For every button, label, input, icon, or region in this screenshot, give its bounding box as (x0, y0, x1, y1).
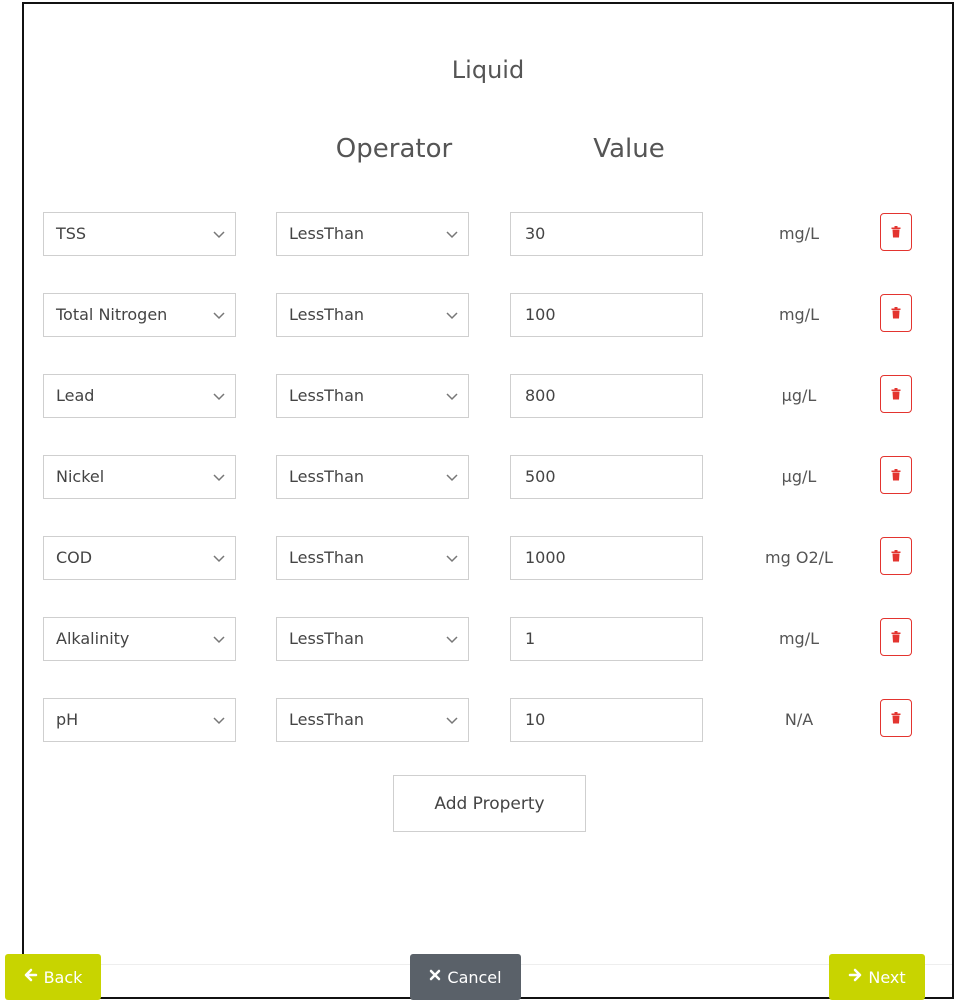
value-input[interactable]: 100 (510, 293, 703, 337)
chevron-down-icon (446, 456, 458, 498)
property-select-value: TSS (56, 224, 87, 243)
property-row: Alkalinity LessThan 1 mg/L (24, 617, 952, 661)
delete-row-button[interactable] (880, 537, 912, 575)
operator-select-value: LessThan (289, 386, 365, 405)
property-row: pH LessThan 10 N/A (24, 698, 952, 742)
cancel-label: Cancel (447, 967, 502, 987)
chevron-down-icon (213, 375, 225, 417)
operator-select-value: LessThan (289, 629, 365, 648)
operator-select[interactable]: LessThan (276, 212, 469, 256)
property-select[interactable]: COD (43, 536, 236, 580)
chevron-down-icon (213, 213, 225, 255)
operator-select-value: LessThan (289, 224, 365, 243)
chevron-down-icon (213, 699, 225, 741)
property-row: COD LessThan 1000 mg O2/L (24, 536, 952, 580)
operator-column-header: Operator (335, 134, 453, 164)
value-input[interactable]: 800 (510, 374, 703, 418)
trash-icon (891, 385, 901, 404)
back-button[interactable]: Back (5, 954, 101, 1000)
property-select[interactable]: Alkalinity (43, 617, 236, 661)
unit-label: mg O2/L (765, 548, 833, 567)
unit-label: N/A (784, 710, 814, 729)
operator-select-value: LessThan (289, 305, 365, 324)
property-select-value: Lead (56, 386, 95, 405)
property-row: Lead LessThan 800 µg/L (24, 374, 952, 418)
back-label: Back (43, 967, 83, 987)
value-input[interactable]: 1000 (510, 536, 703, 580)
property-select-value: pH (56, 710, 79, 729)
next-button[interactable]: Next (829, 954, 925, 1000)
chevron-down-icon (213, 618, 225, 660)
operator-select[interactable]: LessThan (276, 374, 469, 418)
property-select-value: Nickel (56, 467, 105, 486)
next-label: Next (868, 967, 906, 987)
operator-select[interactable]: LessThan (276, 617, 469, 661)
delete-row-button[interactable] (880, 375, 912, 413)
property-row: Total Nitrogen LessThan 100 mg/L (24, 293, 952, 337)
operator-select-value: LessThan (289, 548, 365, 567)
arrow-right-icon (848, 968, 862, 986)
form-panel: Liquid Operator Value TSS LessThan 30 mg… (22, 2, 954, 999)
delete-row-button[interactable] (880, 699, 912, 737)
chevron-down-icon (213, 294, 225, 336)
delete-row-button[interactable] (880, 456, 912, 494)
section-title: Liquid (451, 56, 525, 84)
add-property-button[interactable]: Add Property (393, 775, 586, 832)
unit-label: µg/L (781, 386, 817, 405)
delete-row-button[interactable] (880, 294, 912, 332)
value-input[interactable]: 500 (510, 455, 703, 499)
delete-row-button[interactable] (880, 213, 912, 251)
operator-select-value: LessThan (289, 710, 365, 729)
property-row: TSS LessThan 30 mg/L (24, 212, 952, 256)
unit-label: µg/L (781, 467, 817, 486)
property-row: Nickel LessThan 500 µg/L (24, 455, 952, 499)
trash-icon (891, 466, 901, 485)
trash-icon (891, 304, 901, 323)
property-select[interactable]: Nickel (43, 455, 236, 499)
delete-row-button[interactable] (880, 618, 912, 656)
trash-icon (891, 709, 901, 728)
trash-icon (891, 628, 901, 647)
trash-icon (891, 223, 901, 242)
x-icon (429, 969, 441, 985)
unit-label: mg/L (778, 629, 820, 648)
property-select[interactable]: TSS (43, 212, 236, 256)
property-select[interactable]: Total Nitrogen (43, 293, 236, 337)
property-select[interactable]: Lead (43, 374, 236, 418)
property-select[interactable]: pH (43, 698, 236, 742)
chevron-down-icon (446, 213, 458, 255)
chevron-down-icon (213, 537, 225, 579)
value-input[interactable]: 1 (510, 617, 703, 661)
property-select-value: COD (56, 548, 93, 567)
chevron-down-icon (446, 294, 458, 336)
operator-select[interactable]: LessThan (276, 536, 469, 580)
chevron-down-icon (446, 537, 458, 579)
chevron-down-icon (446, 699, 458, 741)
chevron-down-icon (213, 456, 225, 498)
operator-select[interactable]: LessThan (276, 293, 469, 337)
chevron-down-icon (446, 618, 458, 660)
cancel-button[interactable]: Cancel (410, 954, 521, 1000)
arrow-left-icon (24, 968, 38, 986)
value-input[interactable]: 30 (510, 212, 703, 256)
unit-label: mg/L (778, 224, 820, 243)
value-column-header: Value (593, 134, 665, 164)
property-select-value: Total Nitrogen (56, 305, 168, 324)
unit-label: mg/L (778, 305, 820, 324)
operator-select[interactable]: LessThan (276, 698, 469, 742)
chevron-down-icon (446, 375, 458, 417)
property-select-value: Alkalinity (56, 629, 130, 648)
operator-select-value: LessThan (289, 467, 365, 486)
operator-select[interactable]: LessThan (276, 455, 469, 499)
value-input[interactable]: 10 (510, 698, 703, 742)
trash-icon (891, 547, 901, 566)
